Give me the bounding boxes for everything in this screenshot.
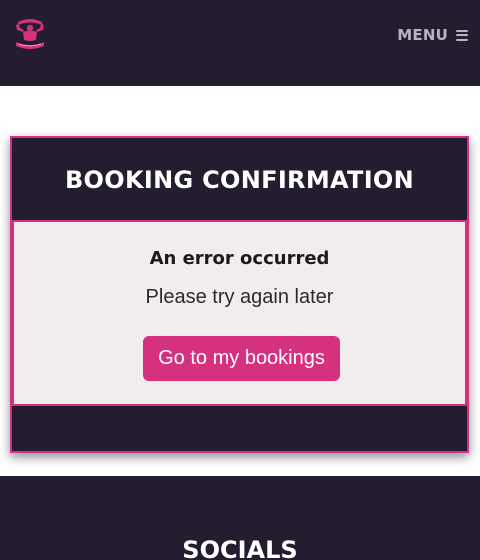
error-message: Please try again later — [145, 286, 334, 308]
booking-confirmation-card: BOOKING CONFIRMATION An error occurred P… — [10, 136, 469, 453]
gym-logo-icon[interactable] — [10, 13, 50, 53]
error-panel: An error occurred Please try again later… — [12, 220, 467, 406]
error-title: An error occurred — [149, 248, 330, 269]
socials-section: SOCIALS — [0, 476, 480, 560]
socials-title: SOCIALS — [182, 536, 298, 560]
go-to-bookings-button[interactable]: Go to my bookings — [143, 336, 340, 381]
menu-label: MENU — [397, 26, 448, 44]
gym-logo-graphic — [16, 19, 44, 49]
page-title: BOOKING CONFIRMATION — [64, 166, 415, 194]
hamburger-icon — [456, 29, 468, 41]
site-header: MENU — [0, 0, 480, 86]
menu-button[interactable]: MENU — [397, 24, 468, 46]
